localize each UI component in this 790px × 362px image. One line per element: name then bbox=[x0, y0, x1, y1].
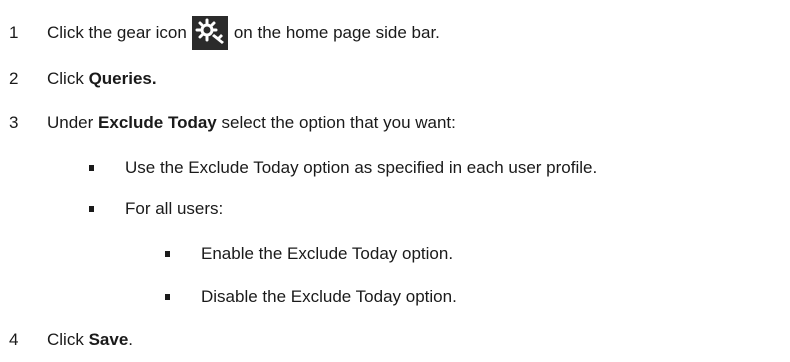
save-label: Save bbox=[88, 330, 129, 349]
step-number: 1 bbox=[9, 23, 19, 42]
step-number: 3 bbox=[9, 113, 19, 132]
bullet-icon bbox=[89, 206, 94, 212]
exclude-today-label: Exclude Today bbox=[98, 113, 217, 132]
step-4-text-after: . bbox=[128, 330, 134, 349]
bullet-icon bbox=[165, 294, 170, 300]
sub-option-text: Enable the Exclude Today option. bbox=[201, 244, 454, 263]
option-text: For all users: bbox=[125, 199, 224, 218]
step-1-text-after: on the home page side bar. bbox=[233, 23, 440, 42]
queries-label: Queries. bbox=[88, 69, 157, 88]
step-text: Click the gear icon on the home page sid… bbox=[47, 16, 440, 50]
bullet-icon bbox=[165, 251, 170, 257]
option-text: Use the Exclude Today option as specifie… bbox=[125, 158, 598, 177]
step-text: Under Exclude Today select the option th… bbox=[47, 113, 456, 133]
step-text: Click Queries. bbox=[47, 69, 157, 89]
sub-option-text: Disable the Exclude Today option. bbox=[201, 287, 457, 306]
step-number: 2 bbox=[9, 69, 19, 88]
step-4-text-before: Click bbox=[47, 330, 84, 349]
step-3-text-before: Under bbox=[47, 113, 94, 132]
step-number: 4 bbox=[9, 330, 19, 349]
gear-icon bbox=[191, 16, 228, 50]
step-2-text-before: Click bbox=[47, 69, 84, 88]
step-3-text-after: select the option that you want: bbox=[221, 113, 456, 132]
bullet-icon bbox=[89, 165, 94, 171]
step-text: Click Save. bbox=[47, 330, 133, 350]
step-1-text-before: Click the gear icon bbox=[47, 23, 187, 42]
